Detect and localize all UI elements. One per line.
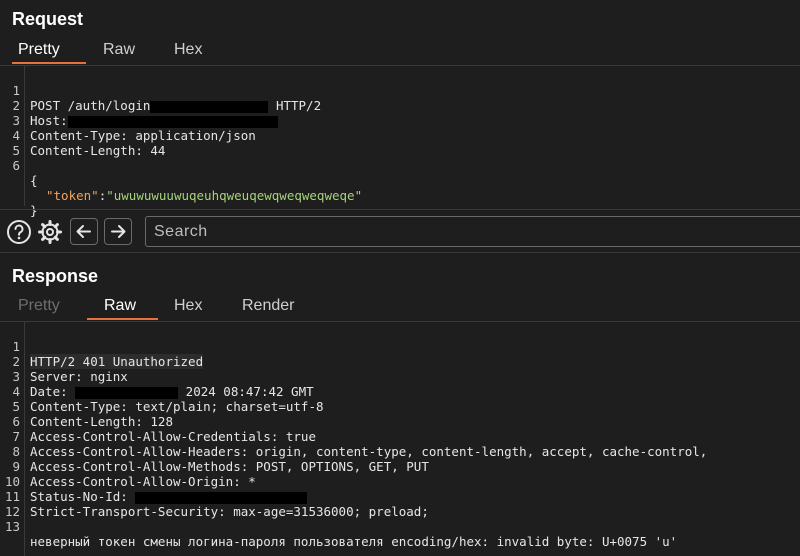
- request-line: 1 POST /auth/login HTTP/2: [0, 68, 800, 113]
- search-input[interactable]: [145, 216, 800, 247]
- arrow-right-icon: [111, 225, 126, 238]
- forward-button[interactable]: [104, 218, 132, 245]
- request-tab-hex[interactable]: Hex: [174, 41, 202, 59]
- response-line: 9 Access-Control-Allow-Origin: *: [0, 444, 800, 489]
- request-active-tab-underline: [12, 62, 86, 64]
- request-line: "token":"uwuwuwuuwuqeuhqweuqewqweqweqweq…: [0, 158, 800, 203]
- question-circle-icon: [7, 220, 31, 244]
- request-line: }: [0, 173, 800, 218]
- response-editor[interactable]: 1 HTTP/2 401 Unauthorized 2 Server: ngin…: [0, 321, 800, 556]
- search-toolbar: [0, 209, 800, 253]
- request-editor[interactable]: 1 POST /auth/login HTTP/2 2 Host: 3 Cont…: [0, 65, 800, 218]
- request-line: 4 Content-Length: 44: [0, 113, 800, 158]
- request-tabs: Pretty Raw Hex: [0, 38, 800, 64]
- response-line: 6 Access-Control-Allow-Credentials: true: [0, 399, 800, 444]
- response-line: 2 Server: nginx: [0, 339, 800, 384]
- response-tab-render[interactable]: Render: [242, 297, 294, 315]
- response-tabs: Pretty Raw Hex Render: [0, 294, 800, 320]
- response-line: 12: [0, 489, 800, 519]
- response-line: 3 Date: 2024 08:47:42 GMT: [0, 354, 800, 399]
- response-tab-raw[interactable]: Raw: [104, 297, 136, 315]
- settings-button[interactable]: [37, 219, 63, 245]
- line-number: 13: [4, 519, 20, 534]
- gear-icon: [38, 220, 62, 244]
- request-title: Request: [12, 9, 84, 29]
- json-string-value: "uwuwuwuuwuqeuhqweuqewqweqweqweqe": [106, 188, 363, 203]
- request-tab-pretty[interactable]: Pretty: [18, 41, 60, 59]
- request-line: 6 {: [0, 143, 800, 188]
- back-button[interactable]: [70, 218, 98, 245]
- response-tab-hex[interactable]: Hex: [174, 297, 202, 315]
- response-line: 4 Content-Type: text/plain; charset=utf-…: [0, 369, 800, 414]
- arrow-left-icon: [76, 225, 91, 238]
- response-line: 11 Strict-Transport-Security: max-age=31…: [0, 474, 800, 519]
- request-line: 3 Content-Type: application/json: [0, 98, 800, 143]
- json-key: "token": [46, 188, 99, 203]
- response-title: Response: [12, 266, 99, 286]
- response-line: 7 Access-Control-Allow-Headers: origin, …: [0, 414, 800, 459]
- response-body-text: неверный токен смены логина-пароля польз…: [30, 534, 678, 549]
- response-line: 10 Status-No-Id:: [0, 459, 800, 504]
- request-line: 5: [0, 128, 800, 158]
- response-line: 13 неверный токен смены логина-пароля по…: [0, 504, 800, 549]
- help-button[interactable]: [6, 219, 32, 245]
- response-tab-pretty[interactable]: Pretty: [18, 297, 60, 315]
- response-active-tab-underline: [87, 318, 158, 320]
- request-line: 2 Host:: [0, 83, 800, 128]
- response-line: 1 HTTP/2 401 Unauthorized: [0, 324, 800, 369]
- response-line: 8 Access-Control-Allow-Methods: POST, OP…: [0, 429, 800, 474]
- request-tab-raw[interactable]: Raw: [103, 41, 135, 59]
- response-line: 5 Content-Length: 128: [0, 384, 800, 429]
